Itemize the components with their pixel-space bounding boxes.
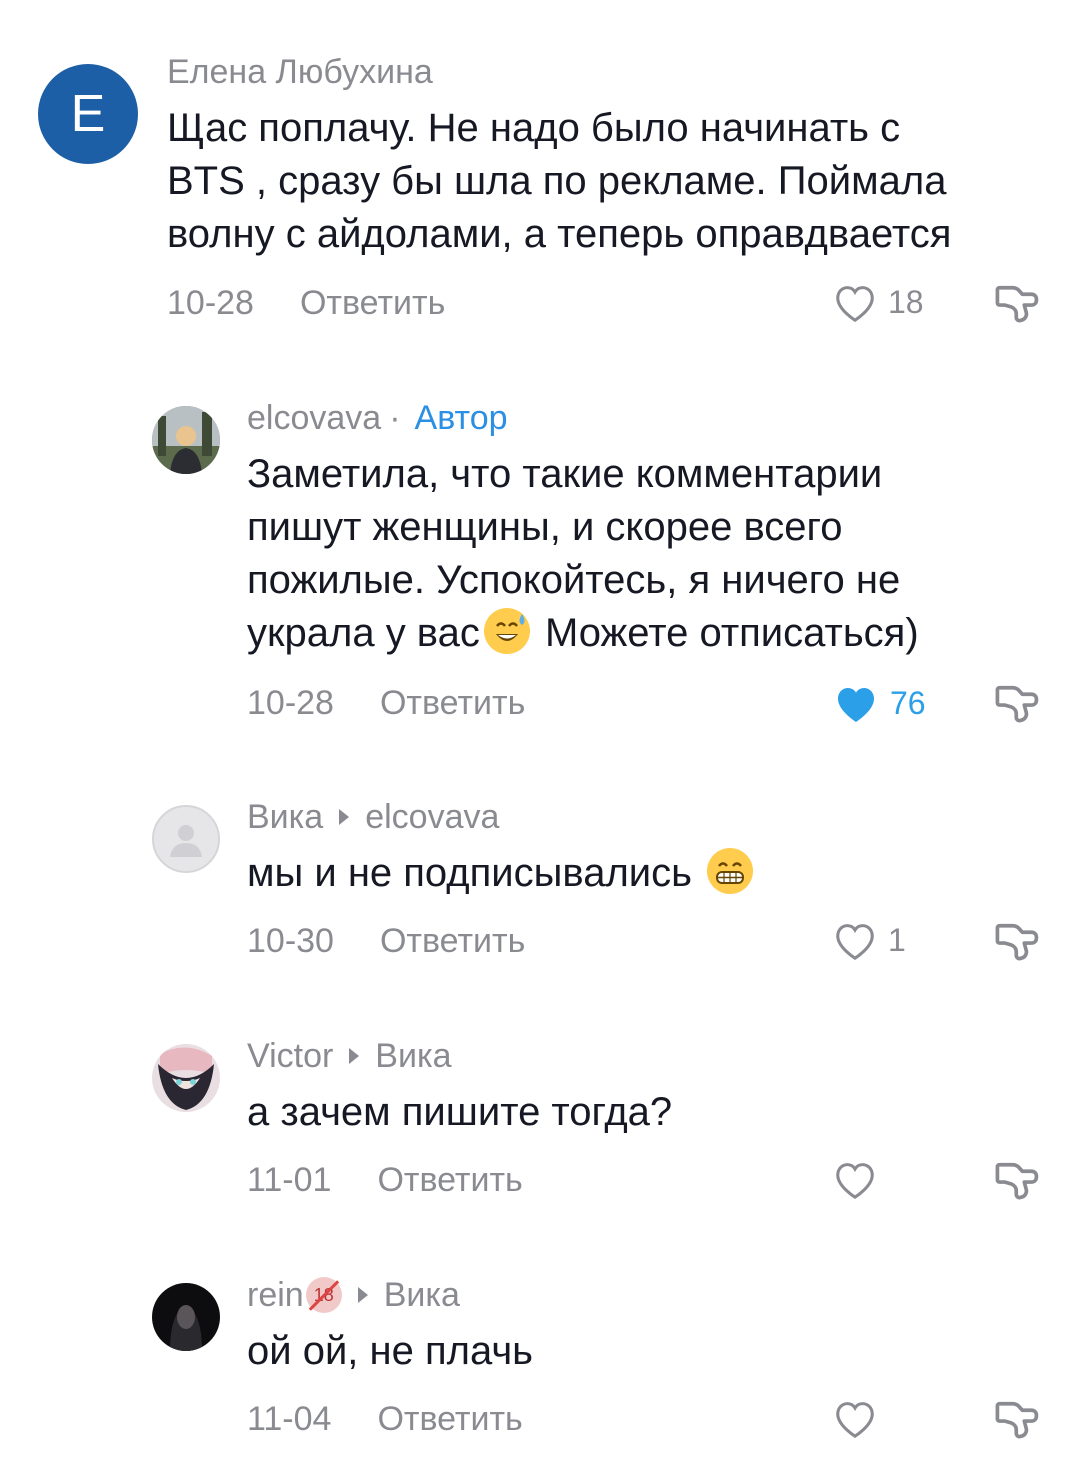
comment-text-line: пожилые. Успокойтесь, я ничего не [247,558,901,602]
comment-date: 10-28 [247,683,334,722]
comment-text-line: ой ой, не плачь [247,1329,534,1373]
comment-meta: elcovava · Автор [247,398,1040,438]
comment-text: Заметила, что такие комментарии пишут же… [247,448,1040,660]
grinning-sweat-emoji-icon [483,608,530,654]
reply-button[interactable]: Ответить [377,1161,522,1200]
thumbs-down-icon [995,1162,1039,1200]
like-count: 76 [890,684,926,721]
reply-to-triangle-icon [339,809,350,825]
comment-date: 10-28 [167,283,254,322]
comment-author[interactable]: Елена Любухина [167,52,433,92]
dislike-button[interactable] [992,678,1044,735]
comment-text-line: а зачем пишите тогда? [247,1090,673,1134]
like-button[interactable] [832,1157,878,1201]
heart-outline-icon [836,1402,874,1439]
like-button[interactable]: 18 [832,280,924,324]
avatar-photo [152,406,220,474]
comment-meta: Вика elcovava [247,797,1040,837]
reply-to-user[interactable]: elcovava [365,797,499,837]
comment-text: мы и не подписывались [247,847,1040,900]
comment-date: 10-30 [247,921,334,960]
reply-to-user[interactable]: Вика [384,1275,460,1315]
comment-text-line: мы и не подписывались [247,851,704,895]
comment-text-line: волну с айдолами, а теперь оправдвается [167,212,952,256]
default-user-icon [170,825,202,857]
reply-button[interactable]: Ответить [380,922,525,961]
comment-date: 11-04 [247,1399,332,1438]
comment-meta: Елена Любухина [167,52,1040,92]
thumbs-down-icon [995,923,1039,961]
dislike-button[interactable] [992,916,1044,973]
comment-date: 11-01 [247,1160,332,1199]
reply-to-user[interactable]: Вика [375,1036,451,1076]
comment-text: ой ой, не плачь [247,1325,1040,1378]
comment-meta: Victor Вика [247,1036,1040,1076]
comment-author[interactable]: Вика [247,797,323,837]
comment-author[interactable]: elcovava [247,398,381,438]
comment-text: а зачем пишите тогда? [247,1086,1040,1139]
comment-text-line: BTS , сразу бы шла по рекламе. Поймала [167,159,947,203]
like-count: 1 [888,921,906,958]
author-tag: Автор [414,399,508,437]
like-button[interactable]: 1 [832,918,906,962]
thumbs-down-icon [995,685,1039,723]
avatar[interactable] [152,1283,220,1351]
comment-text-fragment: украла у вас [247,611,480,655]
comment-text: Щас поплачу. Не надо было начинать с BTS… [167,102,1040,261]
reply-button[interactable]: Ответить [380,684,525,723]
comment-author[interactable]: rein [247,1275,304,1315]
avatar-photo [152,1283,220,1351]
comment-author[interactable]: Victor [247,1036,333,1076]
grinning-emoji-icon [707,848,754,894]
comment-text-fragment: Можете отписаться) [533,611,919,655]
avatar-photo [152,1044,220,1112]
thumbs-down-icon [995,285,1039,323]
comment-text-line: пишут женщины, и скорее всего [247,505,843,549]
avatar[interactable]: E [38,64,138,164]
reply-to-triangle-icon [349,1048,360,1064]
like-count: 18 [888,283,924,320]
heart-outline-icon [836,924,874,961]
heart-filled-icon [838,688,874,722]
like-button[interactable] [832,1396,878,1440]
dislike-button[interactable] [992,278,1044,335]
reply-to-triangle-icon [357,1287,368,1303]
reply-button[interactable]: Ответить [377,1400,522,1439]
reply-button[interactable]: Ответить [300,284,445,323]
heart-outline-icon [836,286,874,323]
comment-text-line: Щас поплачу. Не надо было начинать с [167,106,901,150]
age-restriction-badge-icon: 18 [305,1277,342,1313]
avatar-letter: E [70,85,106,143]
separator-dot: · [389,399,401,437]
dislike-button[interactable] [992,1155,1044,1212]
comment-text-line: Заметила, что такие комментарии [247,452,883,496]
heart-outline-icon [836,1163,874,1200]
comment-text-line: украла у вас Можете отписаться) [247,607,1040,660]
avatar[interactable] [152,805,220,873]
avatar[interactable] [152,406,220,474]
comment-meta: rein 18 Вика [247,1275,1040,1315]
dislike-button[interactable] [992,1394,1044,1451]
avatar[interactable] [152,1044,220,1112]
like-button[interactable]: 76 [832,680,926,726]
thumbs-down-icon [995,1401,1039,1439]
